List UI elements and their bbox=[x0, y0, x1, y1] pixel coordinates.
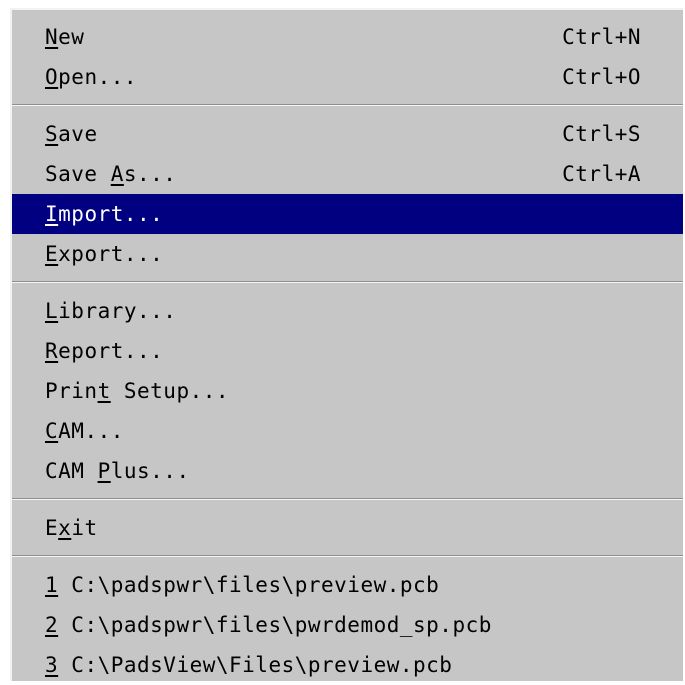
menu-item-save-as[interactable]: Save As... Ctrl+A bbox=[12, 154, 683, 194]
mnemonic: x bbox=[58, 516, 72, 540]
mnemonic: 3 bbox=[45, 653, 59, 677]
mnemonic: S bbox=[45, 122, 59, 146]
menu-item-library[interactable]: Library... bbox=[12, 291, 683, 331]
menu-item-label: Open... bbox=[45, 65, 138, 89]
menu-separator bbox=[12, 555, 683, 557]
menu-item-label: Library... bbox=[45, 299, 177, 323]
shortcut-text: Ctrl+S bbox=[562, 122, 641, 146]
menu-item-label: CAM Plus... bbox=[45, 459, 190, 483]
menu-item-label: Import... bbox=[45, 202, 164, 226]
menu-item-open[interactable]: Open... Ctrl+O bbox=[12, 57, 683, 97]
recent-file-2[interactable]: 2 C:\padspwr\files\pwrdemod_sp.pcb bbox=[12, 605, 683, 645]
menu-item-label: Export... bbox=[45, 242, 164, 266]
menu-item-label: CAM... bbox=[45, 419, 124, 443]
mnemonic: C bbox=[45, 419, 59, 443]
shortcut-text: Ctrl+O bbox=[562, 65, 641, 89]
menu-item-label: Exit bbox=[45, 516, 98, 540]
menu-item-label: Print Setup... bbox=[45, 379, 230, 403]
menu-item-label: New bbox=[45, 25, 85, 49]
menu-item-label: Report... bbox=[45, 339, 164, 363]
menu-item-cam[interactable]: CAM... bbox=[12, 411, 683, 451]
menu-item-export[interactable]: Export... bbox=[12, 234, 683, 274]
menu-item-report[interactable]: Report... bbox=[12, 331, 683, 371]
menu-item-new[interactable]: New Ctrl+N bbox=[12, 17, 683, 57]
mnemonic: L bbox=[45, 299, 59, 323]
menu-item-exit[interactable]: Exit bbox=[12, 508, 683, 548]
mnemonic: P bbox=[97, 459, 111, 483]
menu-item-print-setup[interactable]: Print Setup... bbox=[12, 371, 683, 411]
mnemonic: E bbox=[45, 242, 59, 266]
menu-separator bbox=[12, 281, 683, 283]
mnemonic: N bbox=[45, 25, 59, 49]
recent-file-label: 2 C:\padspwr\files\pwrdemod_sp.pcb bbox=[45, 613, 492, 637]
menu-item-cam-plus[interactable]: CAM Plus... bbox=[12, 451, 683, 491]
shortcut-text: Ctrl+N bbox=[562, 25, 641, 49]
menu-item-label: Save bbox=[45, 122, 98, 146]
mnemonic: R bbox=[45, 339, 59, 363]
file-menu: New Ctrl+N Open... Ctrl+O Save Ctrl+S Sa… bbox=[10, 8, 683, 681]
recent-file-1[interactable]: 1 C:\padspwr\files\preview.pcb bbox=[12, 565, 683, 605]
shortcut-text: Ctrl+A bbox=[562, 162, 641, 186]
mnemonic: 2 bbox=[45, 613, 59, 637]
menu-top-padding bbox=[12, 10, 683, 17]
recent-file-3[interactable]: 3 C:\PadsView\Files\preview.pcb bbox=[12, 645, 683, 685]
recent-file-label: 3 C:\PadsView\Files\preview.pcb bbox=[45, 653, 453, 677]
mnemonic: t bbox=[97, 379, 111, 403]
menu-item-save[interactable]: Save Ctrl+S bbox=[12, 114, 683, 154]
menu-separator bbox=[12, 498, 683, 500]
recent-file-label: 1 C:\padspwr\files\preview.pcb bbox=[45, 573, 440, 597]
menu-item-label: Save As... bbox=[45, 162, 177, 186]
mnemonic: I bbox=[45, 202, 59, 226]
mnemonic: O bbox=[45, 65, 59, 89]
mnemonic: A bbox=[110, 162, 124, 186]
menu-item-import[interactable]: Import... bbox=[12, 194, 683, 234]
menu-separator bbox=[12, 104, 683, 106]
mnemonic: 1 bbox=[45, 573, 59, 597]
